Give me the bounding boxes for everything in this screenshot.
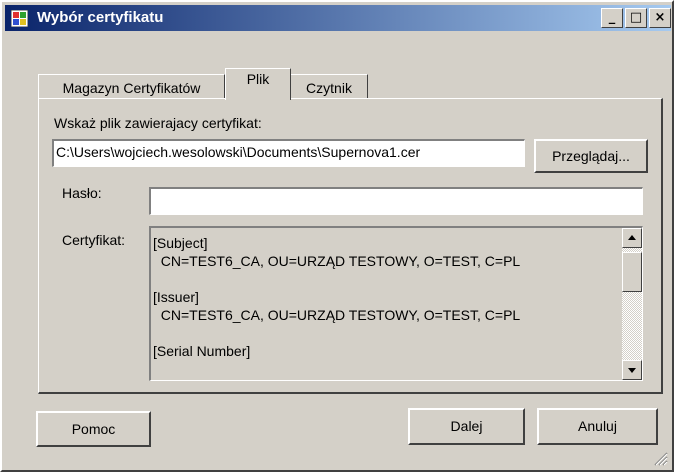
tab-plik[interactable]: Plik (225, 68, 291, 100)
cancel-button[interactable]: Anuluj (537, 408, 658, 445)
close-button[interactable]: × (649, 8, 671, 28)
certificate-content: [Subject] CN=TEST6_CA, OU=URZĄD TESTOWY,… (153, 234, 613, 360)
file-path-field[interactable]: C:\Users\wojciech.wesolowski\Documents\S… (52, 139, 525, 167)
help-button[interactable]: Pomoc (36, 411, 151, 447)
vertical-scrollbar[interactable] (622, 228, 642, 380)
issuer-value: CN=TEST6_CA, OU=URZĄD TESTOWY, O=TEST, C… (153, 307, 521, 323)
issuer-header: [Issuer] (153, 289, 199, 305)
tab-czytnik[interactable]: Czytnik (290, 74, 368, 98)
password-label: Hasło: (62, 185, 102, 201)
tab-magazyn-certyfikatow[interactable]: Magazyn Certyfikatów (38, 74, 225, 98)
next-button[interactable]: Dalej (408, 408, 525, 445)
certificate-textbox[interactable]: [Subject] CN=TEST6_CA, OU=URZĄD TESTOWY,… (149, 226, 643, 381)
maximize-button[interactable]: □ (625, 8, 647, 28)
tab-label: Magazyn Certyfikatów (62, 80, 201, 96)
certificate-label: Certyfikat: (62, 232, 126, 248)
window-title: Wybór certyfikatu (37, 9, 164, 26)
file-prompt-label: Wskaż plik zawierajacy certyfikat: (54, 115, 262, 131)
scroll-thumb[interactable] (622, 252, 642, 292)
tab-label: Czytnik (306, 80, 352, 96)
scroll-down-button[interactable] (622, 360, 642, 380)
tab-label: Plik (246, 71, 270, 87)
arrow-up-icon (628, 235, 636, 240)
certificate-dialog: Wybór certyfikatu _ □ × Magazyn Certyfik… (0, 0, 674, 472)
app-icon (11, 10, 28, 27)
minimize-button[interactable]: _ (601, 8, 623, 28)
resize-grip-icon[interactable] (652, 450, 668, 466)
serial-header: [Serial Number] (153, 343, 251, 359)
scroll-up-button[interactable] (622, 228, 642, 248)
subject-header: [Subject] (153, 235, 208, 251)
subject-value: CN=TEST6_CA, OU=URZĄD TESTOWY, O=TEST, C… (153, 253, 521, 269)
browse-button[interactable]: Przeglądaj... (534, 139, 648, 173)
arrow-down-icon (628, 368, 636, 373)
password-field[interactable] (149, 187, 643, 215)
title-bar[interactable]: Wybór certyfikatu _ □ × (5, 5, 671, 31)
